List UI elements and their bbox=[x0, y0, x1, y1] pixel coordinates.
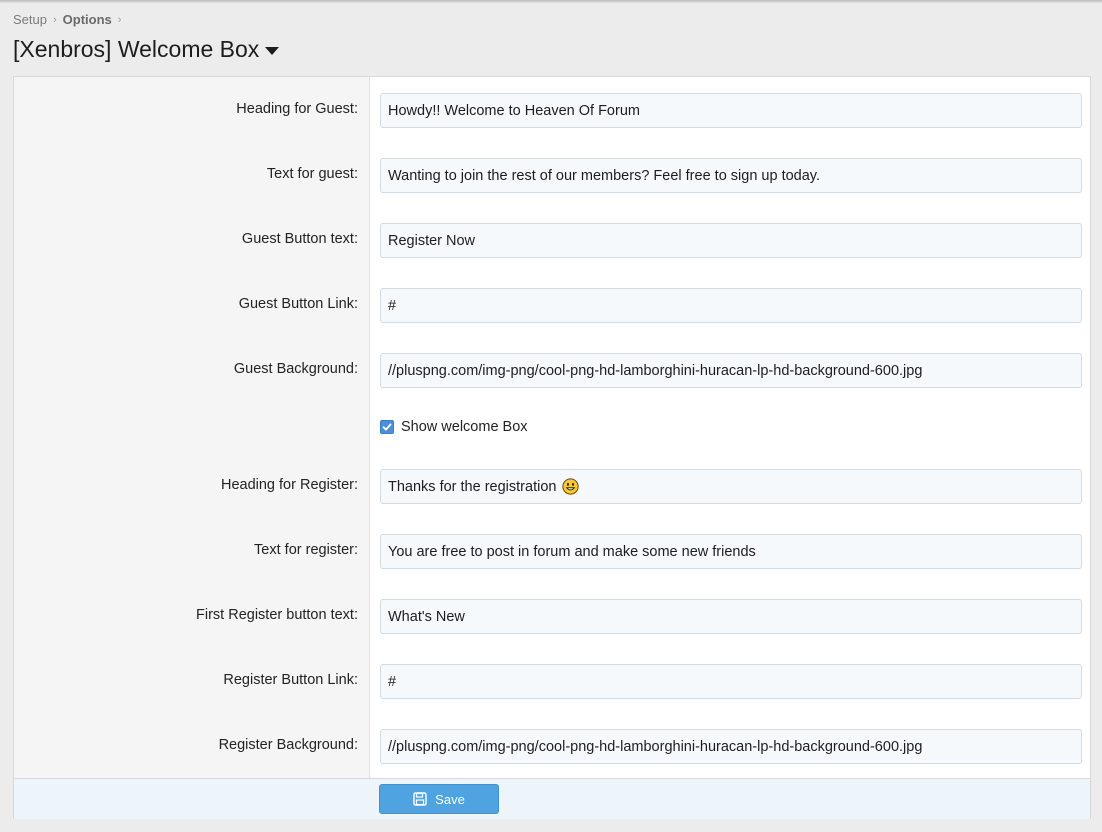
form-footer: Save bbox=[14, 778, 1090, 819]
label-heading-guest: Heading for Guest: bbox=[236, 101, 358, 117]
first-register-button-text-input[interactable]: What's New bbox=[380, 599, 1082, 634]
text-register-input[interactable]: You are free to post in forum and make s… bbox=[380, 534, 1082, 569]
breadcrumb-options[interactable]: Options bbox=[63, 12, 112, 27]
title-dropdown-caret-icon[interactable] bbox=[265, 46, 280, 55]
smiley-face-icon bbox=[562, 478, 580, 495]
label-first-register-button-text: First Register button text: bbox=[196, 607, 358, 623]
options-panel: Heading for Guest: Howdy!! Welcome to He… bbox=[13, 76, 1091, 819]
label-guest-button-link: Guest Button Link: bbox=[238, 296, 358, 312]
label-text-guest: Text for guest: bbox=[266, 166, 358, 182]
save-button-label: Save bbox=[435, 791, 465, 807]
breadcrumb: Setup › Options › bbox=[13, 12, 127, 27]
breadcrumb-separator: › bbox=[52, 13, 57, 26]
top-shadow-line bbox=[0, 0, 1102, 3]
guest-button-text-input[interactable]: Register Now bbox=[380, 223, 1082, 258]
save-icon bbox=[413, 792, 427, 806]
checkmark-icon bbox=[382, 423, 392, 431]
text-guest-input[interactable]: Wanting to join the rest of our members?… bbox=[380, 158, 1082, 193]
heading-register-input[interactable]: Thanks for the registration bbox=[380, 469, 1082, 504]
label-heading-register: Heading for Register: bbox=[220, 477, 358, 493]
save-button[interactable]: Save bbox=[379, 784, 499, 814]
heading-guest-input[interactable]: Howdy!! Welcome to Heaven Of Forum bbox=[380, 93, 1082, 128]
show-welcome-box-label: Show welcome Box bbox=[401, 419, 528, 435]
breadcrumb-separator: › bbox=[117, 13, 122, 26]
show-welcome-box-checkbox[interactable] bbox=[380, 420, 394, 434]
register-button-link-input[interactable]: # bbox=[380, 664, 1082, 699]
breadcrumb-setup[interactable]: Setup bbox=[13, 12, 47, 27]
label-register-background: Register Background: bbox=[218, 737, 358, 753]
label-register-button-link: Register Button Link: bbox=[223, 672, 358, 688]
show-welcome-box-row[interactable]: Show welcome Box bbox=[380, 419, 528, 435]
page-title-container: [Xenbros] Welcome Box bbox=[13, 36, 280, 63]
register-background-input[interactable]: //pluspng.com/img-png/cool-png-hd-lambor… bbox=[380, 729, 1082, 764]
label-guest-background: Guest Background: bbox=[233, 361, 358, 377]
heading-register-value: Thanks for the registration bbox=[388, 478, 557, 495]
guest-button-link-input[interactable]: # bbox=[380, 288, 1082, 323]
label-guest-button-text: Guest Button text: bbox=[241, 231, 358, 247]
label-text-register: Text for register: bbox=[254, 542, 358, 558]
guest-background-input[interactable]: //pluspng.com/img-png/cool-png-hd-lambor… bbox=[380, 353, 1082, 388]
page-title: [Xenbros] Welcome Box bbox=[13, 36, 260, 62]
